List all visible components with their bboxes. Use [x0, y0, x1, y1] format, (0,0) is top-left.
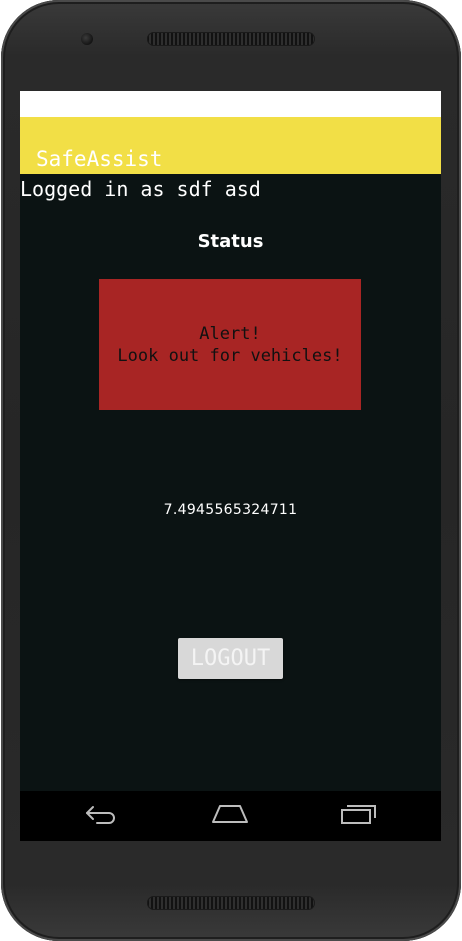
front-camera	[81, 33, 93, 45]
logout-button[interactable]: LOGOUT	[178, 638, 283, 679]
status-heading: Status	[197, 231, 264, 252]
app-title: SafeAssist	[36, 147, 163, 171]
back-arrow-icon	[83, 802, 119, 830]
status-bar	[20, 91, 441, 117]
system-navigation-bar	[20, 791, 441, 841]
nav-back-button[interactable]	[61, 791, 141, 841]
alert-panel: Alert! Look out for vehicles!	[99, 279, 361, 410]
logged-in-label: Logged in as sdf asd	[20, 177, 261, 201]
device-screen: SafeAssist Logged in as sdf asd Status A…	[20, 91, 441, 841]
alert-message: Look out for vehicles!	[117, 345, 343, 366]
nav-home-button[interactable]	[190, 791, 270, 841]
home-icon	[210, 802, 250, 830]
top-speaker-grille	[147, 32, 315, 46]
nav-recents-button[interactable]	[319, 791, 399, 841]
distance-value: 7.4945565324711	[163, 502, 298, 518]
alert-title: Alert!	[199, 323, 261, 344]
bottom-speaker-grille	[147, 896, 315, 910]
app-bar: SafeAssist	[20, 117, 441, 174]
recents-icon	[339, 802, 379, 830]
